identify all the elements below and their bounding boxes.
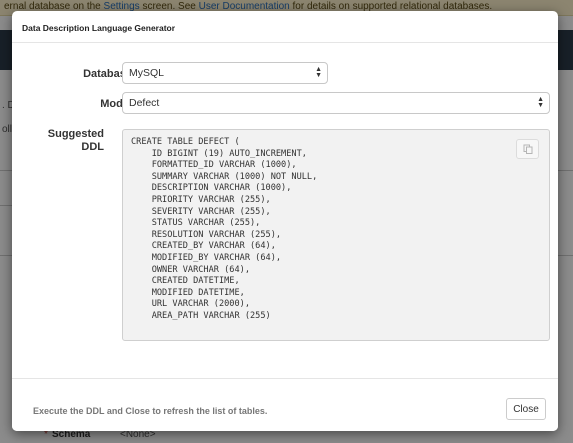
ddl-generator-dialog: Data Description Language Generator Data… [12,11,558,431]
footer-message: Execute the DDL and Close to refresh the… [33,406,268,416]
suggested-ddl-label-line2: DDL [81,141,104,153]
database-label: Database [83,68,132,80]
ddl-text: CREATE TABLE DEFECT ( ID BIGINT (19) AUT… [131,137,318,321]
close-button[interactable]: Close [506,398,546,420]
model-label: Model [100,98,132,110]
suggested-ddl-label: Suggested DDL [32,128,104,154]
dialog-header: Data Description Language Generator [12,11,558,43]
select-arrows-icon: ▲ ▼ [315,66,322,79]
suggested-ddl-label-line1: Suggested [47,128,104,140]
model-select-value: Defect [129,97,160,109]
database-select[interactable]: MySQL ▲ ▼ [122,62,328,84]
model-select[interactable]: Defect ▲ ▼ [122,92,550,114]
copy-ddl-button[interactable] [516,139,539,159]
select-arrows-icon: ▲ ▼ [537,96,544,109]
dialog-footer: Execute the DDL and Close to refresh the… [12,378,558,431]
dialog-title: Data Description Language Generator [22,23,176,33]
ddl-textarea[interactable]: CREATE TABLE DEFECT ( ID BIGINT (19) AUT… [122,129,550,341]
copy-icon [523,144,532,154]
database-select-value: MySQL [129,67,165,79]
